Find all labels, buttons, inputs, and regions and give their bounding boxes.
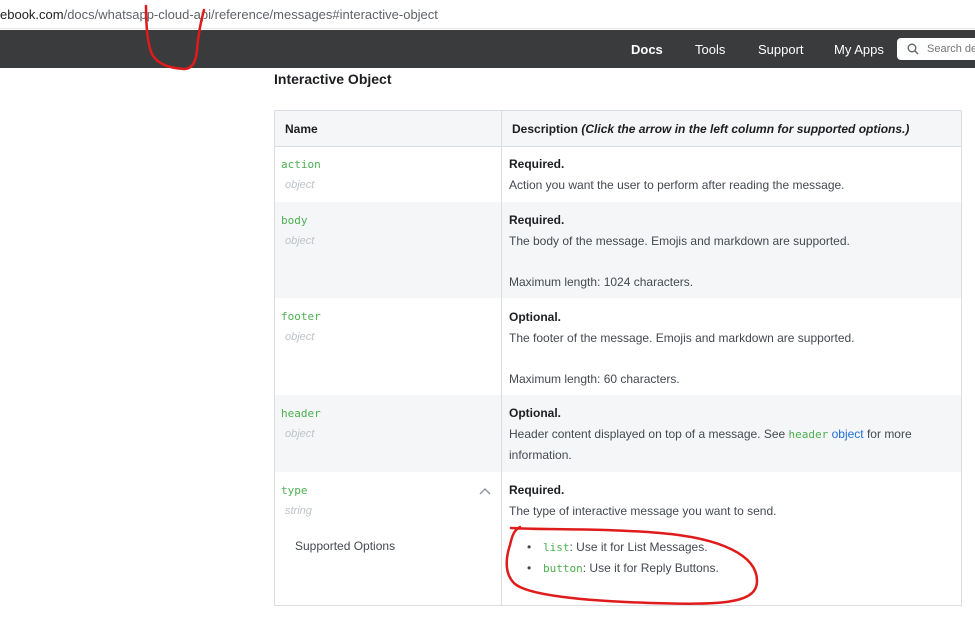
field-name[interactable]: type: [281, 484, 308, 497]
table-row-expanded: type string Supported Options Required. …: [275, 472, 961, 605]
header-code-ref[interactable]: header: [789, 428, 829, 441]
field-type: object: [285, 331, 315, 343]
search-box[interactable]: [897, 38, 975, 60]
requirement-label: Optional.: [509, 310, 561, 324]
search-input[interactable]: [927, 41, 975, 57]
list-item: • button: Use it for Reply Buttons.: [527, 561, 719, 575]
requirement-label: Required.: [509, 483, 565, 497]
header-description: Description (Click the arrow in the left…: [512, 122, 910, 136]
field-description: The footer of the message. Emojis and ma…: [509, 331, 855, 345]
header-name: Name: [285, 122, 318, 136]
field-description-cont: information.: [509, 448, 572, 462]
list-item: • list: Use it for List Messages.: [527, 540, 708, 554]
field-type: object: [285, 235, 315, 247]
object-link[interactable]: object: [832, 427, 864, 441]
section-title: Interactive Object: [274, 71, 392, 87]
interactive-object-table: Name Description (Click the arrow in the…: [274, 110, 962, 606]
requirement-label: Required.: [509, 157, 565, 171]
field-name[interactable]: body: [281, 214, 308, 227]
table-row: header object Optional. Header content d…: [275, 395, 961, 472]
field-description: Header content displayed on top of a mes…: [509, 427, 912, 441]
field-name[interactable]: action: [281, 158, 321, 171]
nav-support-link[interactable]: Support: [758, 42, 804, 57]
column-divider: [501, 111, 502, 605]
field-description: The body of the message. Emojis and mark…: [509, 234, 850, 248]
table-header-row: Name Description (Click the arrow in the…: [275, 111, 961, 146]
field-name[interactable]: header: [281, 407, 321, 420]
nav-my-apps-link[interactable]: My Apps: [834, 42, 884, 57]
field-max-length: Maximum length: 1024 characters.: [509, 275, 694, 289]
field-type: string: [285, 505, 312, 517]
table-row: action object Required. Action you want …: [275, 147, 961, 202]
nav-docs-link[interactable]: Docs: [631, 42, 663, 57]
table-row: footer object Optional. The footer of th…: [275, 298, 961, 395]
option-code: button: [543, 562, 583, 575]
field-max-length: Maximum length: 60 characters.: [509, 372, 680, 386]
requirement-label: Optional.: [509, 406, 561, 420]
field-description: Action you want the user to perform afte…: [509, 178, 845, 192]
chevron-up-icon[interactable]: [479, 487, 491, 495]
requirement-label: Required.: [509, 213, 565, 227]
field-type: object: [285, 179, 315, 191]
top-navigation-bar: Docs Tools Support My Apps: [0, 30, 975, 68]
search-icon: [907, 43, 919, 55]
browser-address-bar[interactable]: ebook.com/docs/whatsapp-cloud-api/refere…: [0, 0, 975, 29]
option-code: list: [543, 541, 570, 554]
url-text[interactable]: ebook.com/docs/whatsapp-cloud-api/refere…: [0, 7, 438, 22]
field-name[interactable]: footer: [281, 310, 321, 323]
nav-tools-link[interactable]: Tools: [695, 42, 725, 57]
supported-options-label: Supported Options: [295, 539, 396, 553]
supported-options-list: • list: Use it for List Messages. • button…: [509, 540, 719, 582]
field-type: object: [285, 428, 315, 440]
field-description: The type of interactive message you want…: [509, 504, 777, 518]
table-row: body object Required. The body of the me…: [275, 202, 961, 298]
